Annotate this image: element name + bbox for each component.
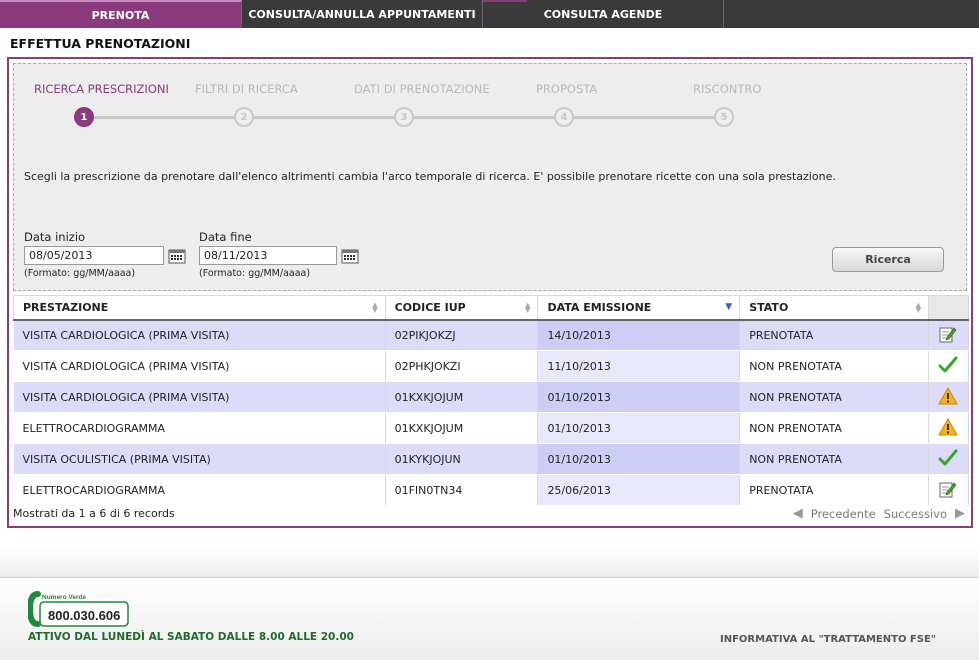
cell-stato: PRENOTATA: [739, 319, 929, 351]
step-label-ricerca-prescrizioni: RICERCA PRESCRIZIONI: [34, 82, 169, 96]
warning-icon[interactable]: [938, 417, 959, 436]
cell-data-emissione: 11/10/2013: [537, 350, 741, 382]
calendar-icon[interactable]: [341, 248, 359, 264]
step-circle-4: 4: [554, 107, 574, 127]
check-icon[interactable]: [938, 449, 958, 467]
end-date-input[interactable]: [199, 246, 337, 265]
column-header-prestazione[interactable]: PRESTAZIONE ▲ ▼: [13, 295, 386, 321]
cell-codice-iup: 02PIKJOKZJ: [385, 319, 539, 351]
cell-stato: NON PRENOTATA: [739, 443, 929, 475]
column-header-data-emissione[interactable]: DATA EMISSIONE ▼: [537, 295, 741, 321]
tab-consulta-agende[interactable]: CONSULTA AGENDE: [483, 0, 724, 28]
cell-data-emissione: 01/10/2013: [537, 412, 741, 444]
cell-codice-iup: 01KXKJOJUM: [385, 381, 539, 413]
cell-codice-iup: 01KXKJOJUM: [385, 412, 539, 444]
booking-panel: RICERCA PRESCRIZIONI FILTRI DI RICERCA D…: [7, 57, 973, 528]
cell-stato: PRENOTATA: [739, 474, 929, 506]
numero-verde-text: Numero Verde: [42, 594, 86, 601]
sort-icon: ▲ ▼: [525, 301, 531, 314]
instructions-text: Scegli la prescrizione da prenotare dall…: [24, 170, 836, 183]
tab-empty: [724, 0, 979, 28]
cell-codice-iup: 01FIN0TN34: [385, 474, 539, 506]
cell-prestazione: VISITA CARDIOLOGICA (PRIMA VISITA): [13, 381, 386, 413]
cell-action: [928, 412, 970, 444]
end-date-group: Data fine (Formato: gg/MM/aaaa): [199, 230, 359, 279]
pagination: ◀ Precedente Successivo ▶: [793, 506, 965, 521]
cell-data-emissione: 14/10/2013: [537, 319, 741, 351]
sort-icon: ▲ ▼: [915, 301, 921, 314]
cell-prestazione: ELETTROCARDIOGRAMMA: [13, 412, 386, 444]
cell-data-emissione: 01/10/2013: [537, 443, 741, 475]
table-row[interactable]: ELETTROCARDIOGRAMMA 01FIN0TN34 25/06/201…: [13, 474, 970, 506]
step-label-riscontro: RISCONTRO: [693, 82, 762, 96]
tab-prenota[interactable]: PRENOTA: [0, 0, 242, 28]
step-label-filtri-di-ricerca: FILTRI DI RICERCA: [195, 82, 298, 96]
start-date-format: (Formato: gg/MM/aaaa): [24, 268, 136, 279]
cell-stato: NON PRENOTATA: [739, 412, 929, 444]
column-header-codice-iup[interactable]: CODICE IUP ▲ ▼: [384, 295, 539, 321]
top-navigation: PRENOTA CONSULTA/ANNULLA APPUNTAMENTI CO…: [0, 0, 979, 28]
cell-action: [928, 474, 970, 506]
next-link[interactable]: Successivo: [884, 507, 947, 521]
table-row[interactable]: VISITA OCULISTICA (PRIMA VISITA) 01KYKJO…: [13, 443, 970, 475]
page-title: EFFETTUA PRENOTAZIONI: [10, 36, 191, 51]
cell-data-emissione: 01/10/2013: [537, 381, 741, 413]
privacy-link[interactable]: INFORMATIVA AL "TRATTAMENTO FSE": [720, 634, 936, 645]
cell-action: [928, 350, 970, 382]
check-icon[interactable]: [938, 356, 958, 374]
numero-verde-logo: Numero Verde 800.030.606: [28, 591, 129, 627]
step-circle-1: 1: [74, 107, 94, 127]
footer-divider: [0, 548, 979, 578]
table-row[interactable]: VISITA CARDIOLOGICA (PRIMA VISITA) 02PIK…: [13, 319, 970, 351]
step-label-proposta: PROPOSTA: [536, 82, 598, 96]
table-row[interactable]: VISITA CARDIOLOGICA (PRIMA VISITA) 02PHK…: [13, 350, 970, 382]
start-date-input[interactable]: [24, 246, 164, 265]
table-row[interactable]: ELETTROCARDIOGRAMMA 01KXKJOJUM 01/10/201…: [13, 412, 970, 444]
sort-icon: ▲ ▼: [372, 301, 378, 314]
edit-icon[interactable]: [939, 325, 957, 343]
prescriptions-table: PRESTAZIONE ▲ ▼ CODICE IUP ▲ ▼ DATA EMISSION…: [13, 295, 970, 506]
end-date-format: (Formato: gg/MM/aaaa): [199, 268, 311, 279]
cell-prestazione: VISITA CARDIOLOGICA (PRIMA VISITA): [13, 319, 386, 351]
edit-icon[interactable]: [939, 480, 957, 498]
cell-stato: NON PRENOTATA: [739, 381, 929, 413]
tab-consulta-annulla[interactable]: CONSULTA/ANNULLA APPUNTAMENTI: [242, 0, 483, 28]
warning-icon[interactable]: [938, 386, 959, 405]
previous-arrow-icon[interactable]: ◀: [793, 506, 803, 521]
table-row[interactable]: VISITA CARDIOLOGICA (PRIMA VISITA) 01KXK…: [13, 381, 970, 413]
cell-action: [928, 443, 970, 475]
cell-prestazione: VISITA OCULISTICA (PRIMA VISITA): [13, 443, 386, 475]
wizard-area: RICERCA PRESCRIZIONI FILTRI DI RICERCA D…: [13, 63, 967, 291]
cell-codice-iup: 01KYKJOJUN: [385, 443, 539, 475]
footer: Numero Verde 800.030.606 ATTIVO DAL LUNE…: [0, 578, 979, 660]
nav-accent: [483, 0, 527, 2]
start-date-label: Data inizio: [24, 230, 86, 244]
cell-action: [928, 381, 970, 413]
cell-data-emissione: 25/06/2013: [537, 474, 741, 506]
column-header-stato[interactable]: STATO ▲ ▼: [739, 295, 929, 321]
table-header-row: PRESTAZIONE ▲ ▼ CODICE IUP ▲ ▼ DATA EMISSION…: [13, 295, 970, 321]
search-button[interactable]: Ricerca: [832, 247, 944, 272]
end-date-label: Data fine: [199, 230, 252, 244]
cell-prestazione: VISITA CARDIOLOGICA (PRIMA VISITA): [13, 350, 386, 382]
next-arrow-icon[interactable]: ▶: [955, 506, 965, 521]
service-hours: ATTIVO DAL LUNEDÌ AL SABATO DALLE 8.00 A…: [28, 631, 354, 643]
cell-codice-iup: 02PHKJOKZI: [385, 350, 539, 382]
column-header-action: [927, 295, 970, 321]
previous-link[interactable]: Precedente: [811, 507, 876, 521]
sort-desc-icon: ▼: [725, 302, 733, 312]
calendar-icon[interactable]: [168, 248, 186, 264]
step-circle-2: 2: [234, 107, 254, 127]
start-date-group: Data inizio (Formato: gg/MM/aaaa): [24, 230, 186, 279]
cell-prestazione: ELETTROCARDIOGRAMMA: [13, 474, 386, 506]
phone-number: 800.030.606: [48, 608, 120, 623]
step-circle-5: 5: [714, 107, 734, 127]
records-info: Mostrati da 1 a 6 di 6 records: [13, 507, 175, 520]
cell-stato: NON PRENOTATA: [739, 350, 929, 382]
cell-action: [928, 319, 970, 351]
step-label-dati-di-prenotazione: DATI DI PRENOTAZIONE: [354, 82, 490, 96]
step-circle-3: 3: [394, 107, 414, 127]
